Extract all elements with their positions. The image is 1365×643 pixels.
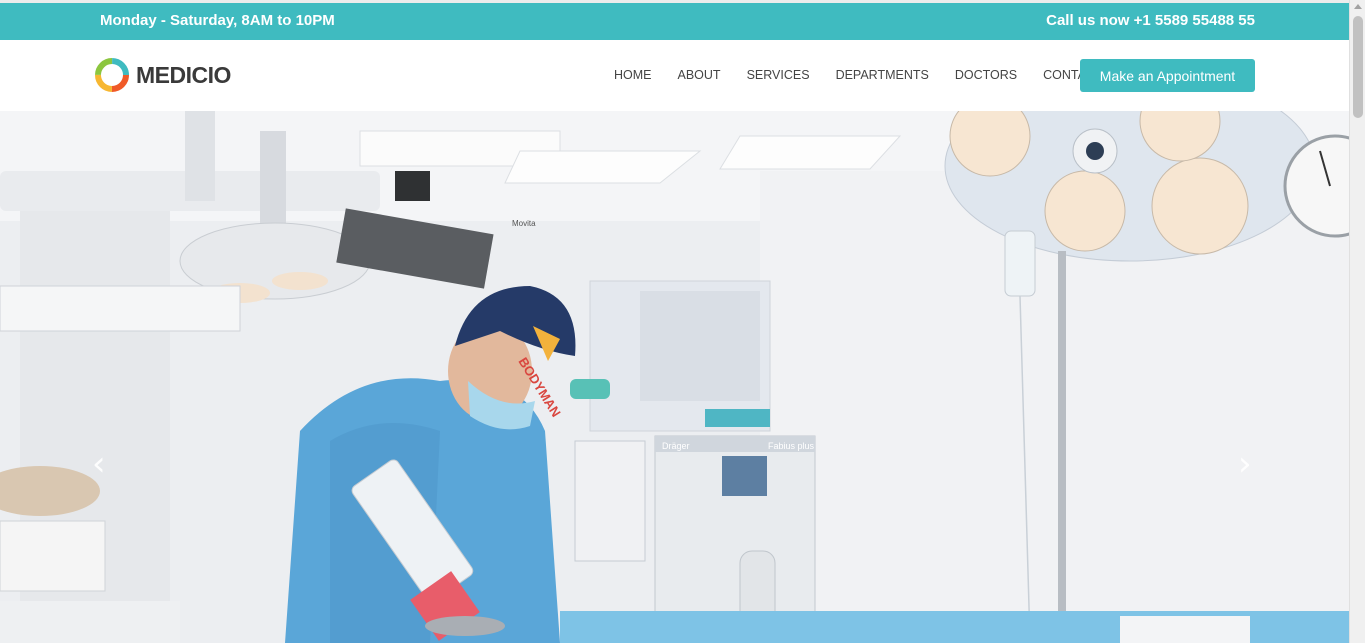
vertical-scrollbar[interactable] <box>1349 0 1365 643</box>
hero-carousel: BODYMAN Dräger Fabius plus Movita ‹ › <box>0 111 1349 643</box>
logo[interactable]: MEDICIO <box>94 57 231 93</box>
nav-services[interactable]: SERVICES <box>747 68 810 82</box>
site-header: MEDICIO HOME ABOUT SERVICES DEPARTMENTS … <box>0 40 1349 111</box>
main-nav: HOME ABOUT SERVICES DEPARTMENTS DOCTORS … <box>614 68 1129 82</box>
nav-about[interactable]: ABOUT <box>678 68 721 82</box>
monitor-brand: Dräger <box>662 441 690 451</box>
scroll-up-icon[interactable] <box>1354 4 1362 9</box>
top-info-bar: Monday - Saturday, 8AM to 10PM Call us n… <box>0 0 1349 40</box>
make-appointment-button[interactable]: Make an Appointment <box>1080 59 1255 92</box>
logo-ring-icon <box>95 58 129 92</box>
nav-home[interactable]: HOME <box>614 68 652 82</box>
logo-text: MEDICIO <box>136 61 231 88</box>
nav-departments[interactable]: DEPARTMENTS <box>836 68 929 82</box>
hero-operating-room-image: BODYMAN Dräger Fabius plus Movita <box>0 111 1349 643</box>
monitor-model: Fabius plus <box>768 441 815 451</box>
page: Monday - Saturday, 8AM to 10PM Call us n… <box>0 0 1349 643</box>
chevron-left-icon[interactable]: ‹ <box>92 444 106 484</box>
chevron-right-icon[interactable]: › <box>1238 444 1252 484</box>
nav-doctors[interactable]: DOCTORS <box>955 68 1017 82</box>
phone-contact[interactable]: Call us now +1 5589 55488 55 <box>1046 12 1255 29</box>
scroll-thumb[interactable] <box>1353 16 1363 118</box>
opening-hours: Monday - Saturday, 8AM to 10PM <box>100 12 335 29</box>
arm-label: Movita <box>512 219 536 228</box>
